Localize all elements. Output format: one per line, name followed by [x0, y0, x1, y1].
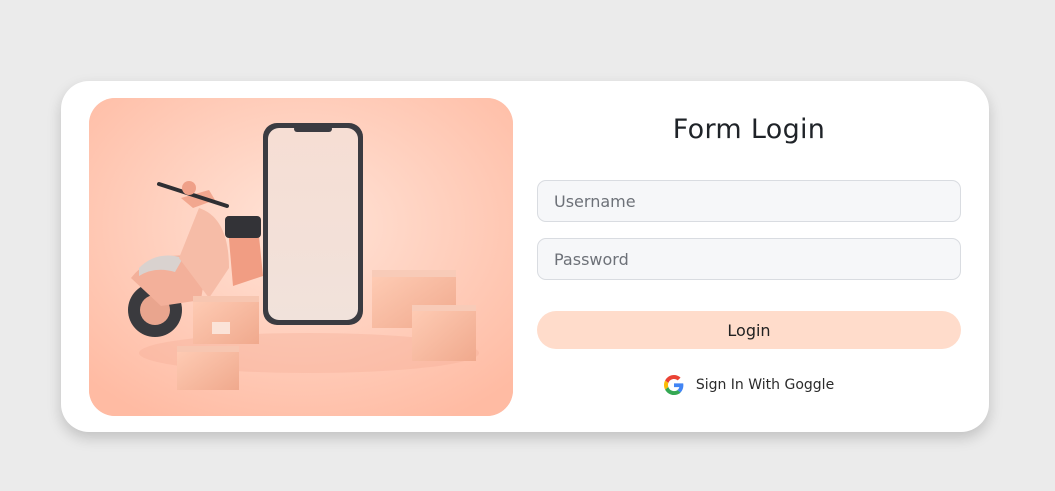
- login-button[interactable]: Login: [537, 311, 961, 349]
- username-input[interactable]: [537, 180, 961, 222]
- login-form: Form Login Login Sign In With Goggle: [537, 98, 961, 416]
- delivery-illustration: [89, 98, 513, 416]
- password-input[interactable]: [537, 238, 961, 280]
- google-signin-button[interactable]: Sign In With Goggle: [537, 370, 961, 400]
- hero-image: [89, 98, 513, 416]
- phone-illustration: [263, 123, 363, 325]
- google-signin-label: Sign In With Goggle: [695, 377, 835, 393]
- login-card: Form Login Login Sign In With Goggle: [61, 81, 989, 432]
- google-icon: [663, 375, 684, 395]
- form-title: Form Login: [672, 114, 826, 145]
